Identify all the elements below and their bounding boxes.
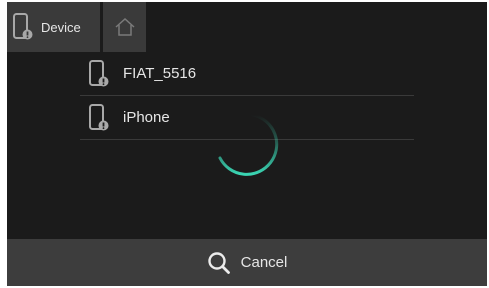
cancel-label: Cancel [240, 254, 288, 271]
list-item-label: FIAT_5516 [123, 65, 197, 82]
list-item-fiat[interactable]: FIAT_5516 [80, 52, 414, 96]
list-item-label: iPhone [123, 109, 170, 126]
phone-icon [89, 59, 109, 88]
tab-device-label: Device [41, 19, 81, 35]
search-icon [207, 251, 231, 275]
device-screen: Device FIAT_5516 iPhone Cancel [7, 2, 487, 286]
phone-icon [89, 103, 109, 132]
tab-device[interactable]: Device [7, 2, 100, 52]
loading-spinner [213, 111, 281, 179]
tab-home[interactable] [103, 2, 146, 52]
home-icon [114, 17, 136, 37]
phone-icon [13, 13, 33, 41]
cancel-button[interactable]: Cancel [7, 239, 487, 286]
